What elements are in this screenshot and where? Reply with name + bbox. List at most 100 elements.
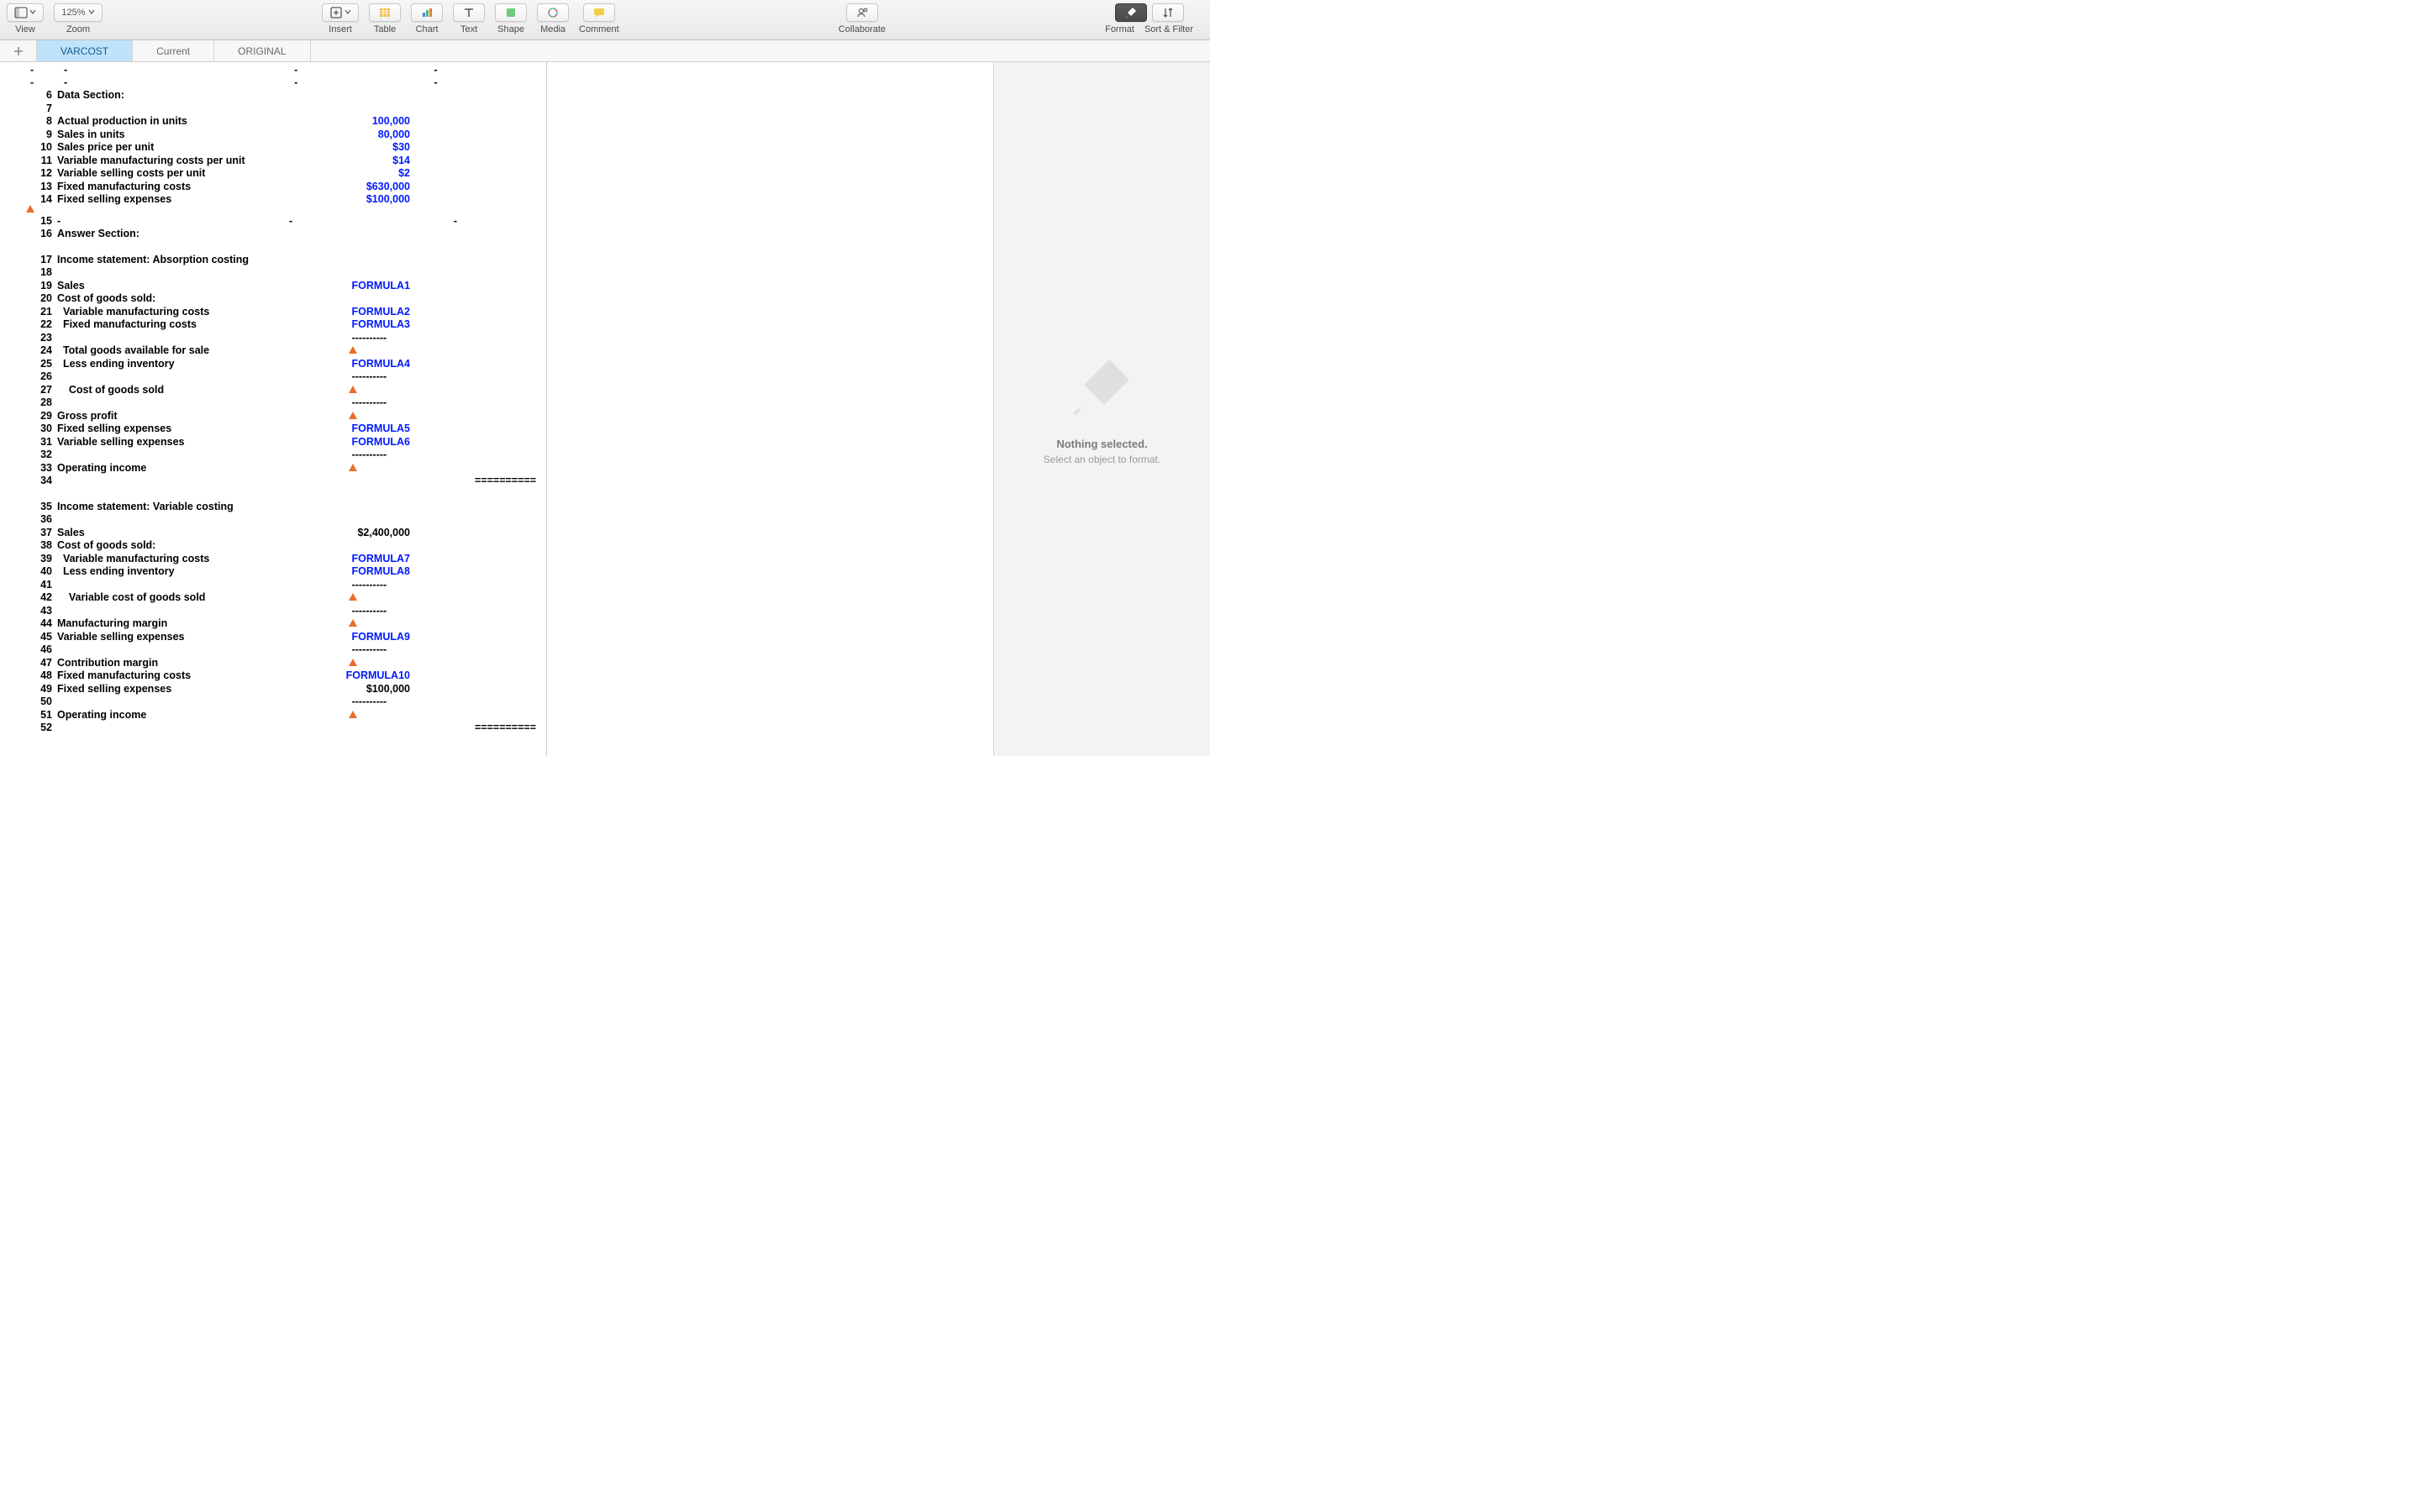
format-group: Format Sort & Filter <box>1105 3 1193 34</box>
cell-label: Answer Section: <box>57 228 318 241</box>
table-row[interactable]: 39 Variable manufacturing costsFORMULA7 <box>30 553 993 566</box>
main: - - - - - - - - 6Data Section:78Actual p… <box>0 62 1210 756</box>
table-row[interactable]: 43---------- <box>30 605 993 618</box>
cell-value: $2 <box>318 167 410 181</box>
table-row[interactable]: 8Actual production in units100,000 <box>30 115 993 129</box>
row-number: 17 <box>30 254 52 267</box>
table-row[interactable]: 10Sales price per unit$30 <box>30 141 993 155</box>
row-number: 43 <box>30 605 52 618</box>
media-button[interactable] <box>537 3 569 22</box>
warning-icon <box>26 205 34 213</box>
cell-value: FORMULA3 <box>318 318 410 332</box>
collaborate-label: Collaborate <box>839 24 886 34</box>
table-row[interactable]: 38Cost of goods sold: <box>30 539 993 553</box>
table-row[interactable]: 15--- <box>30 215 993 228</box>
table-row[interactable]: 51Operating income <box>30 709 993 722</box>
cell-label: Total goods available for sale <box>57 344 318 358</box>
chart-button[interactable] <box>411 3 443 22</box>
table-row[interactable]: 37Sales$2,400,000 <box>30 527 993 540</box>
table-row[interactable]: 22 Fixed manufacturing costsFORMULA3 <box>30 318 993 332</box>
table-row[interactable]: 9Sales in units80,000 <box>30 129 993 142</box>
table-row[interactable]: 6Data Section: <box>30 89 993 102</box>
table-row[interactable]: 30Fixed selling expensesFORMULA5 <box>30 423 993 436</box>
row-number: 20 <box>30 292 52 306</box>
add-sheet-button[interactable] <box>0 40 37 61</box>
table-row[interactable]: 17Income statement: Absorption costing <box>30 254 993 267</box>
table-row[interactable]: 33Operating income <box>30 462 993 475</box>
comment-button[interactable] <box>583 3 615 22</box>
inspector-title: Nothing selected. <box>1056 438 1147 450</box>
sheet-tab-varcost[interactable]: VARCOST <box>37 40 133 61</box>
cell-label: Variable cost of goods sold <box>57 591 318 605</box>
row-number: 18 <box>30 266 52 280</box>
table-row[interactable]: 27 Cost of goods sold <box>30 384 993 397</box>
row-number: 31 <box>30 436 52 449</box>
table-row[interactable]: 52 ========== <box>30 722 993 735</box>
row-number: 45 <box>30 631 52 644</box>
cell-label: Cost of goods sold: <box>57 292 318 306</box>
table-row[interactable]: 7 <box>30 102 993 116</box>
table-row[interactable]: 26---------- <box>30 370 993 384</box>
table-row[interactable]: 34 ========== <box>30 475 993 488</box>
table-row[interactable]: 31Variable selling expensesFORMULA6 <box>30 436 993 449</box>
format-button[interactable] <box>1115 3 1147 22</box>
table-row[interactable]: 48Fixed manufacturing costsFORMULA10 <box>30 669 993 683</box>
row-number: 16 <box>30 228 52 241</box>
sort-icon <box>1161 6 1175 19</box>
table-row[interactable]: 32---------- <box>30 449 993 462</box>
text-group: Text <box>453 3 485 34</box>
cell-value <box>318 617 410 631</box>
table-button[interactable] <box>369 3 401 22</box>
row-number: 42 <box>30 591 52 605</box>
shape-button[interactable] <box>495 3 527 22</box>
row-number: 15 <box>30 215 52 228</box>
cell-value: ---------- <box>318 449 410 462</box>
sheet-tab-original[interactable]: ORIGINAL <box>214 40 310 61</box>
table-row[interactable]: 18 <box>30 266 993 280</box>
row-number: 47 <box>30 657 52 670</box>
view-button[interactable] <box>7 3 44 22</box>
cell-value <box>318 384 410 397</box>
table-row[interactable]: 20 Cost of goods sold: <box>30 292 993 306</box>
row-number: 40 <box>30 565 52 579</box>
text-button[interactable] <box>453 3 485 22</box>
table-row[interactable]: 25 Less ending inventoryFORMULA4 <box>30 358 993 371</box>
chart-icon <box>420 6 434 19</box>
collaborate-group: Collaborate <box>839 3 886 34</box>
warning-icon <box>349 464 357 471</box>
table-row[interactable]: 44Manufacturing margin <box>30 617 993 631</box>
insert-button[interactable] <box>322 3 359 22</box>
row-number: 11 <box>30 155 52 168</box>
table-row[interactable]: 14Fixed selling expenses$100,000 <box>30 193 993 207</box>
table-row[interactable]: 12Variable selling costs per unit$2 <box>30 167 993 181</box>
table-row[interactable]: 50---------- <box>30 696 993 709</box>
table-row[interactable]: 36 <box>30 513 993 527</box>
table-row[interactable]: 47Contribution margin <box>30 657 993 670</box>
table-row[interactable]: 42 Variable cost of goods sold <box>30 591 993 605</box>
table-row[interactable]: 21 Variable manufacturing costsFORMULA2 <box>30 306 993 319</box>
zoom-button[interactable]: 125% <box>54 3 103 22</box>
chevron-down-icon <box>345 8 351 18</box>
table-row[interactable]: 35Income statement: Variable costing <box>30 501 993 514</box>
brush-icon <box>1124 6 1138 19</box>
table-row[interactable]: 41---------- <box>30 579 993 592</box>
collaborate-button[interactable] <box>846 3 878 22</box>
row-number: 13 <box>30 181 52 194</box>
table-row[interactable]: 16 Answer Section: <box>30 228 993 241</box>
table-row[interactable]: 28---------- <box>30 396 993 410</box>
table-row[interactable]: 46---------- <box>30 643 993 657</box>
cell-label: Variable manufacturing costs <box>57 306 318 319</box>
table-row[interactable]: 24 Total goods available for sale <box>30 344 993 358</box>
table-row[interactable]: 13Fixed manufacturing costs$630,000 <box>30 181 993 194</box>
sheet-tab-current[interactable]: Current <box>133 40 214 61</box>
table-row[interactable]: 49Fixed selling expenses$100,000 <box>30 683 993 696</box>
row-number: 48 <box>30 669 52 683</box>
table-row[interactable]: 40 Less ending inventoryFORMULA8 <box>30 565 993 579</box>
table-row[interactable]: 45Variable selling expensesFORMULA9 <box>30 631 993 644</box>
table-row[interactable]: 11Variable manufacturing costs per unit$… <box>30 155 993 168</box>
sort-filter-button[interactable] <box>1152 3 1184 22</box>
table-row[interactable]: 23---------- <box>30 332 993 345</box>
table-row[interactable]: 29Gross profit <box>30 410 993 423</box>
canvas[interactable]: - - - - - - - - 6Data Section:78Actual p… <box>0 62 993 756</box>
table-row[interactable]: 19SalesFORMULA1 <box>30 280 993 293</box>
